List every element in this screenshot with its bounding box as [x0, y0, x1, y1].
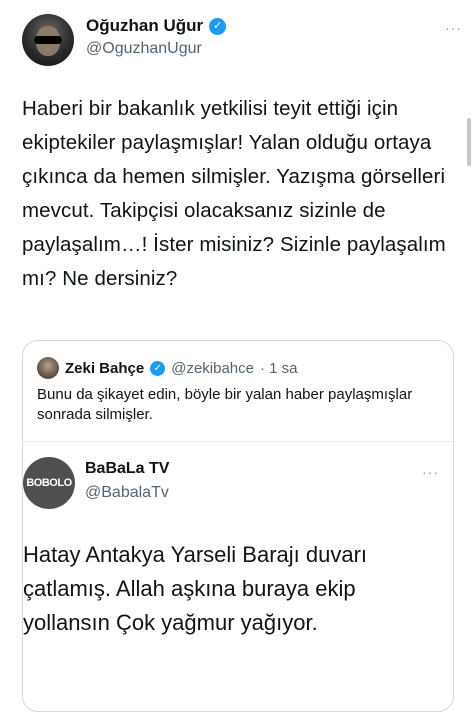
- embedded-tweet-body: Hatay Antakya Yarseli Barajı duvarı çatl…: [23, 542, 368, 635]
- more-options-icon: ···: [422, 464, 439, 480]
- quoted-author-name: Zeki Bahçe: [65, 359, 145, 377]
- author-handle[interactable]: @OguzhanUgur: [86, 40, 202, 58]
- scrollbar-thumb[interactable]: [467, 118, 471, 166]
- verified-badge-icon: ✓: [150, 360, 166, 376]
- embedded-author-avatar: BOBOLO: [23, 457, 75, 509]
- author-name-row: Oğuzhan Uğur ✓: [86, 16, 227, 36]
- embedded-author-handle: @BabalaTv: [85, 484, 169, 501]
- quoted-tweet-header: Zeki Bahçe ✓ @zekibahce · 1 sa: [37, 357, 298, 379]
- avatar-sunglasses: [34, 36, 62, 44]
- quoted-author-avatar: [37, 357, 59, 379]
- verified-badge-icon: ✓: [209, 17, 227, 35]
- embedded-author-name: BaBaLa TV: [85, 460, 170, 477]
- quoted-tweet-time: · 1 sa: [260, 359, 298, 377]
- tweet-body: Haberi bir bakanlık yetkilisi teyit etti…: [22, 97, 446, 290]
- more-options-icon[interactable]: ···: [445, 20, 462, 36]
- quoted-tweet-card[interactable]: Zeki Bahçe ✓ @zekibahce · 1 sa Bunu da ş…: [22, 340, 454, 712]
- quoted-tweet-body: Bunu da şikayet edin, böyle bir yalan ha…: [37, 386, 413, 423]
- tweet-header: Oğuzhan Uğur ✓ @OguzhanUgur ···: [22, 14, 462, 70]
- author-avatar[interactable]: [22, 14, 74, 66]
- quoted-author-handle: @zekibahce: [171, 359, 254, 377]
- embedded-tweet-screenshot[interactable]: BOBOLO BaBaLa TV @BabalaTv ··· Hatay Ant…: [23, 442, 453, 711]
- author-name[interactable]: Oğuzhan Uğur: [86, 16, 203, 36]
